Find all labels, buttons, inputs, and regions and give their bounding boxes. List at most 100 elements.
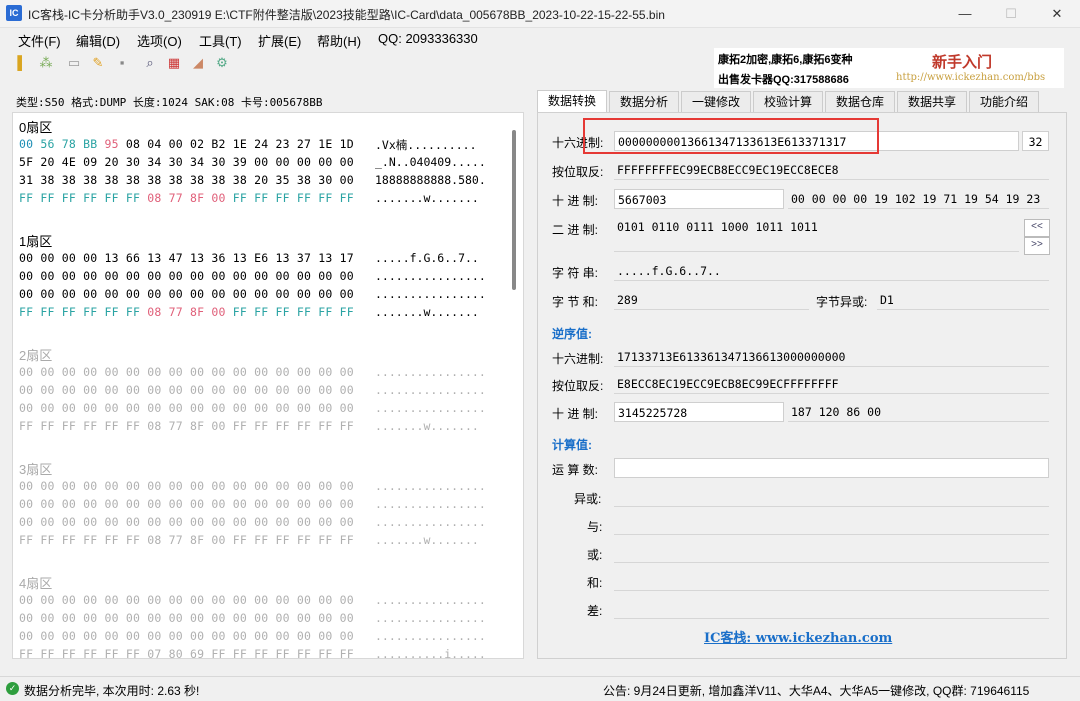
reverse-hex-field[interactable]: 17133713E613361347136613000000000 xyxy=(614,347,1049,367)
minimize-button[interactable]: — xyxy=(942,0,988,27)
hex-byte: 00 xyxy=(125,479,141,493)
close-button[interactable]: ✕ xyxy=(1034,0,1080,27)
dump-panel[interactable]: 0扇区 00 56 78 BB 95 08 04 00 02 B2 1E 24 2… xyxy=(12,112,524,659)
hex-row[interactable]: 00 00 00 00 00 00 00 00 00 00 00 00 00 0… xyxy=(19,629,354,643)
hex-byte: 00 xyxy=(125,497,141,511)
menu-extend[interactable]: 扩展(E) xyxy=(258,31,301,50)
calc-sub-field[interactable] xyxy=(614,599,1049,619)
byte-xor-field[interactable]: D1 xyxy=(877,290,1049,310)
tab-6[interactable]: 功能介绍 xyxy=(969,91,1039,113)
hex-row[interactable]: 31 38 38 38 38 38 38 38 38 38 38 20 35 3… xyxy=(19,173,354,187)
ad-url[interactable]: http://www.ickezhan.com/bbs xyxy=(896,72,1045,83)
byte-sum-field[interactable]: 289 xyxy=(614,290,809,310)
invert-field[interactable]: FFFFFFFFEC99ECB8ECC9EC19ECC8ECE8 xyxy=(614,160,1049,180)
tab-2[interactable]: 一键修改 xyxy=(681,91,751,113)
hex-row[interactable]: 00 00 00 00 00 00 00 00 00 00 00 00 00 0… xyxy=(19,365,354,379)
shift-left-button[interactable]: << xyxy=(1024,219,1050,237)
ascii-row: 18888888888.580. xyxy=(375,173,486,187)
hex-row[interactable]: FF FF FF FF FF FF 08 77 8F 00 FF FF FF F… xyxy=(19,305,354,319)
hex-byte: 00 xyxy=(254,497,269,511)
hex-row[interactable]: 00 00 00 00 00 00 00 00 00 00 00 00 00 0… xyxy=(19,497,354,511)
hex-row[interactable]: 00 00 00 00 00 00 00 00 00 00 00 00 00 0… xyxy=(19,401,354,415)
hex-row[interactable]: 00 00 00 00 00 00 00 00 00 00 00 00 00 0… xyxy=(19,479,354,493)
hex-byte: 00 xyxy=(339,401,354,415)
hex-byte: 00 xyxy=(190,269,205,283)
hex-byte: 00 xyxy=(296,497,312,511)
hex-row[interactable]: 5F 20 4E 09 20 30 34 30 34 30 39 00 00 0… xyxy=(19,155,354,169)
new-file-icon[interactable]: ▭ xyxy=(66,55,82,71)
chart-icon[interactable]: ◢ xyxy=(190,55,206,71)
hex-byte: FF xyxy=(339,305,354,319)
ad-banner[interactable]: 康拓2加密,康拓6,康拓6变种 出售发卡器QQ:317588686 新手入门 h… xyxy=(714,48,1064,88)
hex-byte: 00 xyxy=(125,287,141,301)
calc-xor-field[interactable] xyxy=(614,487,1049,507)
reverse-invert-field[interactable]: E8ECC8EC19ECC9ECB8EC99ECFFFFFFFF xyxy=(614,374,1049,394)
calc-or-field[interactable] xyxy=(614,543,1049,563)
tab-4[interactable]: 数据仓库 xyxy=(825,91,895,113)
menu-help[interactable]: 帮助(H) xyxy=(317,31,361,50)
maximize-button[interactable]: ☐ xyxy=(988,0,1034,27)
hex-byte: 00 xyxy=(275,383,290,397)
hex-byte: 00 xyxy=(296,269,312,283)
search-icon[interactable]: ⌕ xyxy=(142,55,158,71)
hex-byte: 00 xyxy=(104,383,119,397)
hex-byte: 00 xyxy=(40,515,55,529)
hex-byte: 08 xyxy=(125,137,141,151)
tab-0[interactable]: 数据转换 xyxy=(537,90,607,113)
hex-row[interactable]: 00 00 00 00 00 00 00 00 00 00 00 00 00 0… xyxy=(19,515,354,529)
hex-row[interactable]: 00 00 00 00 00 00 00 00 00 00 00 00 00 0… xyxy=(19,593,354,607)
hex-byte: 00 xyxy=(211,479,226,493)
hex-byte: FF xyxy=(232,533,247,547)
tab-5[interactable]: 数据共享 xyxy=(897,91,967,113)
hex-byte: 00 xyxy=(125,611,141,625)
ascii-row: ................ xyxy=(375,479,486,493)
hex-row[interactable]: 00 00 00 00 00 00 00 00 00 00 00 00 00 0… xyxy=(19,269,354,283)
calc-add-field[interactable] xyxy=(614,571,1049,591)
hex-row[interactable]: 00 00 00 00 00 00 00 00 00 00 00 00 00 0… xyxy=(19,287,354,301)
hex-row[interactable]: 00 00 00 00 00 00 00 00 00 00 00 00 00 0… xyxy=(19,383,354,397)
hex-row[interactable]: 00 00 00 00 13 66 13 47 13 36 13 E6 13 3… xyxy=(19,251,354,265)
book-icon[interactable]: ▌ xyxy=(14,55,30,71)
hex-row[interactable]: 00 00 00 00 00 00 00 00 00 00 00 00 00 0… xyxy=(19,611,354,625)
menu-file[interactable]: 文件(F) xyxy=(18,31,61,50)
hex-row[interactable]: FF FF FF FF FF FF 08 77 8F 00 FF FF FF F… xyxy=(19,533,354,547)
menu-options[interactable]: 选项(O) xyxy=(137,31,182,50)
hex-row[interactable]: FF FF FF FF FF FF 08 77 8F 00 FF FF FF F… xyxy=(19,191,354,205)
hex-byte: FF xyxy=(19,533,34,547)
operand-input[interactable] xyxy=(614,458,1049,478)
calendar-icon[interactable]: ▦ xyxy=(166,55,182,71)
hex-byte: FF xyxy=(254,191,269,205)
hex-byte: 00 xyxy=(104,287,119,301)
tab-3[interactable]: 校验计算 xyxy=(753,91,823,113)
binary-field[interactable]: 0101 0110 0111 1000 1011 1011 xyxy=(614,218,1019,252)
hex-row[interactable]: FF FF FF FF FF FF 08 77 8F 00 FF FF FF F… xyxy=(19,419,354,433)
hex-byte: 00 xyxy=(19,137,34,151)
hex-byte: 00 xyxy=(83,401,98,415)
byte-sum-label: 字 节 和: xyxy=(552,295,599,309)
sector-title: 1扇区 xyxy=(19,234,53,249)
calc-and-field[interactable] xyxy=(614,515,1049,535)
hex-byte: 27 xyxy=(296,137,312,151)
reverse-decimal-field[interactable]: 3145225728 xyxy=(614,402,784,422)
reverse-decimal-bytes-field[interactable]: 187 120 86 00 xyxy=(788,402,1049,422)
decimal-input[interactable]: 5667003 xyxy=(614,189,784,209)
hex-byte: 00 xyxy=(40,269,55,283)
string-field[interactable]: .....f.G.6..7.. xyxy=(614,261,1049,281)
network-icon[interactable]: ⁂ xyxy=(38,55,54,71)
save-icon[interactable]: ▪ xyxy=(114,55,130,71)
menu-tools[interactable]: 工具(T) xyxy=(199,31,242,50)
hex-byte: 00 xyxy=(211,419,226,433)
shift-right-button[interactable]: >> xyxy=(1024,237,1050,255)
menu-edit[interactable]: 编辑(D) xyxy=(76,31,120,50)
decimal-bytes-field[interactable]: 00 00 00 00 19 102 19 71 19 54 19 23 xyxy=(788,189,1049,209)
tab-1[interactable]: 数据分析 xyxy=(609,91,679,113)
website-link[interactable]: IC客栈: www.ickezhan.com xyxy=(704,627,892,646)
settings-icon[interactable]: ⚙ xyxy=(214,55,230,71)
hex-row[interactable]: FF FF FF FF FF FF 07 80 69 FF FF FF FF F… xyxy=(19,647,354,658)
hex-row[interactable]: 00 56 78 BB 95 08 04 00 02 B2 1E 24 23 2… xyxy=(19,137,354,151)
hex-byte: 00 xyxy=(61,593,76,607)
hex-byte: 00 xyxy=(275,269,290,283)
pencil-icon[interactable]: ✎ xyxy=(90,55,106,71)
hex-byte: 09 xyxy=(83,155,98,169)
dump-scrollbar[interactable] xyxy=(512,130,516,290)
